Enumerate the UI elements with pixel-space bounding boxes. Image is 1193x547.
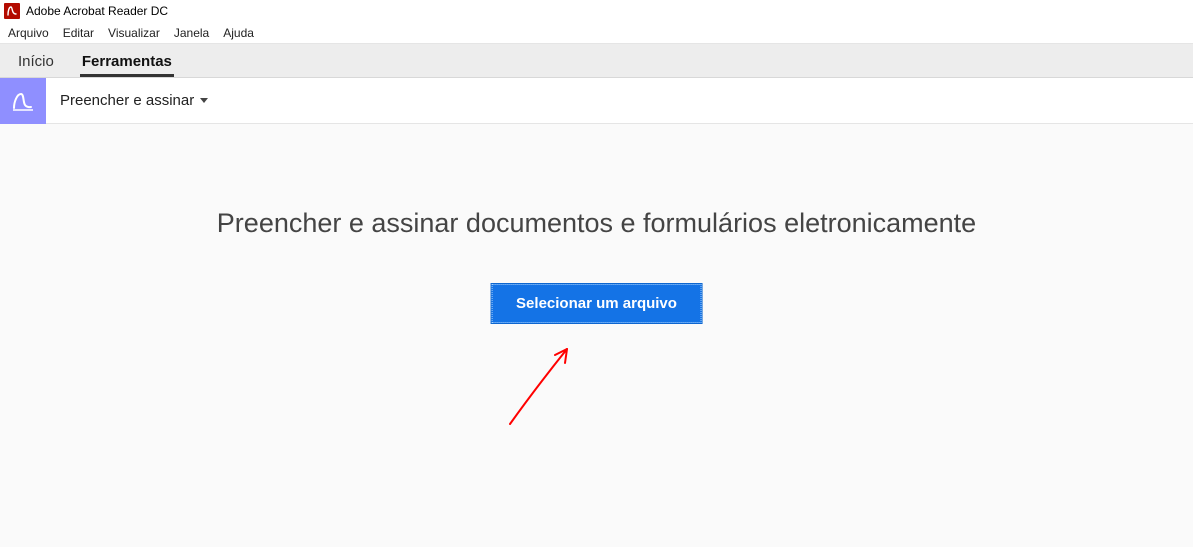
tab-ferramentas[interactable]: Ferramentas: [80, 47, 174, 77]
title-bar: Adobe Acrobat Reader DC: [0, 0, 1193, 22]
acrobat-app-icon: [4, 3, 20, 19]
app-title: Adobe Acrobat Reader DC: [26, 4, 168, 18]
fill-sign-icon[interactable]: [0, 78, 46, 124]
tab-inicio[interactable]: Início: [16, 47, 56, 77]
page-heading: Preencher e assinar documentos e formulá…: [0, 208, 1193, 239]
menu-bar: Arquivo Editar Visualizar Janela Ajuda: [0, 22, 1193, 44]
chevron-down-icon: [200, 98, 208, 103]
menu-editar[interactable]: Editar: [63, 26, 94, 40]
menu-visualizar[interactable]: Visualizar: [108, 26, 160, 40]
fill-sign-dropdown-label: Preencher e assinar: [60, 92, 194, 109]
select-file-button[interactable]: Selecionar um arquivo: [491, 284, 702, 323]
menu-ajuda[interactable]: Ajuda: [223, 26, 254, 40]
fill-sign-dropdown[interactable]: Preencher e assinar: [46, 92, 208, 109]
tabs-bar: Início Ferramentas: [0, 44, 1193, 78]
tool-row: Preencher e assinar: [0, 78, 1193, 124]
content-area: Preencher e assinar documentos e formulá…: [0, 124, 1193, 547]
annotation-arrow-icon: [495, 329, 605, 439]
menu-janela[interactable]: Janela: [174, 26, 209, 40]
menu-arquivo[interactable]: Arquivo: [8, 26, 49, 40]
